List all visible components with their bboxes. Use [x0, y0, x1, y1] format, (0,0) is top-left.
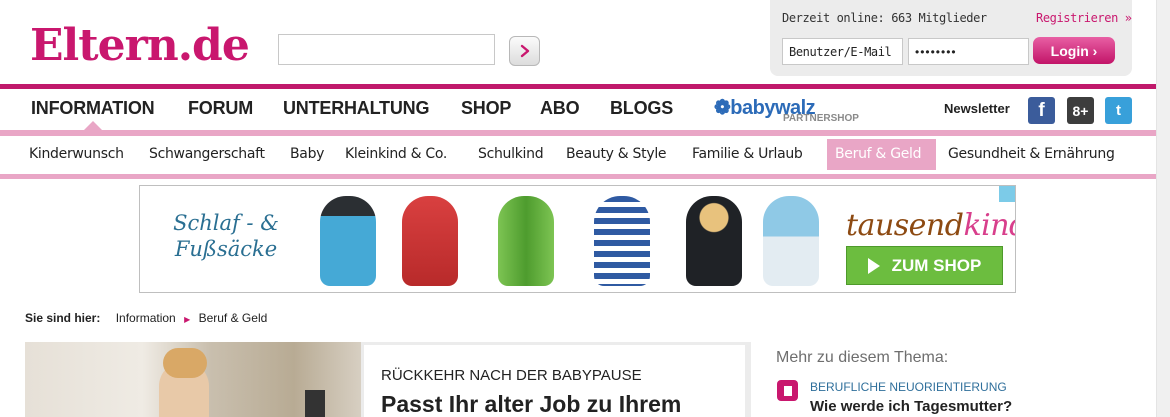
nav-item-abo[interactable]: ABO — [540, 98, 580, 119]
brand-part1: tausend — [846, 208, 964, 243]
sleeping-bag-image — [594, 196, 650, 286]
sleeping-bag-image — [320, 196, 376, 286]
breadcrumb-label: Sie sind hier: — [25, 311, 101, 325]
scrollbar[interactable] — [1156, 0, 1170, 417]
zum-shop-button[interactable]: ZUM SHOP — [846, 246, 1003, 285]
sleeping-bag-image — [763, 196, 819, 286]
twitter-icon[interactable]: t — [1105, 97, 1132, 124]
partnershop-label: PARTNERSHOP — [783, 113, 859, 124]
search-button[interactable] — [509, 36, 540, 66]
breadcrumb-item-information[interactable]: Information — [116, 311, 176, 325]
more-article-title[interactable]: Wie werde ich Tagesmutter? — [810, 398, 1012, 415]
brand-part2: kind — [963, 208, 1015, 243]
subnav-item-schwangerschaft[interactable]: Schwangerschaft — [149, 146, 265, 162]
more-heading: Mehr zu diesem Thema: — [776, 349, 949, 366]
shop-button-label: ZUM SHOP — [891, 255, 982, 275]
nav-item-forum[interactable]: FORUM — [188, 98, 253, 119]
newsletter-link[interactable]: Newsletter — [944, 101, 1010, 116]
document-icon — [777, 380, 798, 401]
breadcrumb-item-beruf[interactable]: Beruf & Geld — [199, 311, 268, 325]
ad-title-line2: Fußsäcke — [174, 237, 278, 261]
username-field[interactable]: Benutzer/E-Mail — [782, 38, 903, 65]
briefcase-image — [305, 390, 325, 417]
logo[interactable]: Eltern.de — [30, 18, 250, 74]
login-box: Derzeit online: 663 Mitglieder Registrie… — [770, 0, 1132, 76]
teaser-kicker: RÜCKKEHR NACH DER BABYPAUSE — [381, 367, 642, 384]
nav-item-information[interactable]: INFORMATION — [31, 98, 155, 119]
google-plus-icon[interactable]: 8+ — [1067, 97, 1094, 124]
subnav-item-beruf-active[interactable]: Beruf & Geld — [835, 146, 922, 162]
facebook-icon[interactable]: f — [1028, 97, 1055, 124]
subnav-item-schulkind[interactable]: Schulkind — [478, 146, 544, 162]
ad-banner[interactable]: Schlaf - & Fußsäcke tausendkind ZUM SHOP — [139, 185, 1016, 293]
sleeping-bag-image — [402, 196, 458, 286]
chevron-right-icon — [520, 44, 529, 58]
subnav-bottom-border — [0, 174, 1156, 179]
password-field[interactable]: •••••••• — [908, 38, 1029, 65]
teaser-content: RÜCKKEHR NACH DER BABYPAUSE Passt Ihr al… — [364, 345, 745, 417]
teaser-box[interactable]: RÜCKKEHR NACH DER BABYPAUSE Passt Ihr al… — [361, 342, 751, 417]
page: Eltern.de Derzeit online: 663 Mitglieder… — [0, 0, 1156, 417]
sleeping-bag-image — [498, 196, 554, 286]
subnav-item-kleinkind[interactable]: Kleinkind & Co. — [345, 146, 447, 162]
nav-item-unterhaltung[interactable]: UNTERHALTUNG — [283, 98, 429, 119]
adchoices-icon[interactable] — [999, 186, 1015, 202]
more-kicker[interactable]: BERUFLICHE NEUORIENTIERUNG — [810, 380, 1007, 394]
teaser-image[interactable] — [25, 342, 361, 417]
subnav-item-kinderwunsch[interactable]: Kinderwunsch — [29, 146, 124, 162]
tausendkind-logo: tausendkind — [846, 208, 1015, 243]
register-link[interactable]: Registrieren » — [1036, 11, 1132, 25]
nav-item-shop[interactable]: SHOP — [461, 98, 511, 119]
search-input[interactable] — [278, 34, 495, 65]
child-hair — [163, 348, 207, 378]
subnav-item-gesundheit[interactable]: Gesundheit & Ernährung — [948, 146, 1115, 162]
sleeping-bag-image — [686, 196, 742, 286]
subnav-item-baby[interactable]: Baby — [290, 146, 324, 162]
breadcrumb: Sie sind hier: Information ▶ Beruf & Gel… — [25, 311, 267, 325]
breadcrumb-arrow-icon: ▶ — [184, 315, 191, 324]
online-count: Derzeit online: 663 Mitglieder — [782, 11, 987, 25]
nav-item-blogs[interactable]: BLOGS — [610, 98, 673, 119]
ad-title: Schlaf - & Fußsäcke — [156, 210, 296, 262]
ad-title-line1: Schlaf - & — [173, 211, 279, 235]
login-button[interactable]: Login › — [1033, 37, 1115, 64]
subnav-item-beauty[interactable]: Beauty & Style — [566, 146, 667, 162]
teaser-title[interactable]: Passt Ihr alter Job zu Ihrem — [381, 391, 681, 417]
subnav-item-familie[interactable]: Familie & Urlaub — [692, 146, 803, 162]
play-icon — [867, 257, 880, 274]
